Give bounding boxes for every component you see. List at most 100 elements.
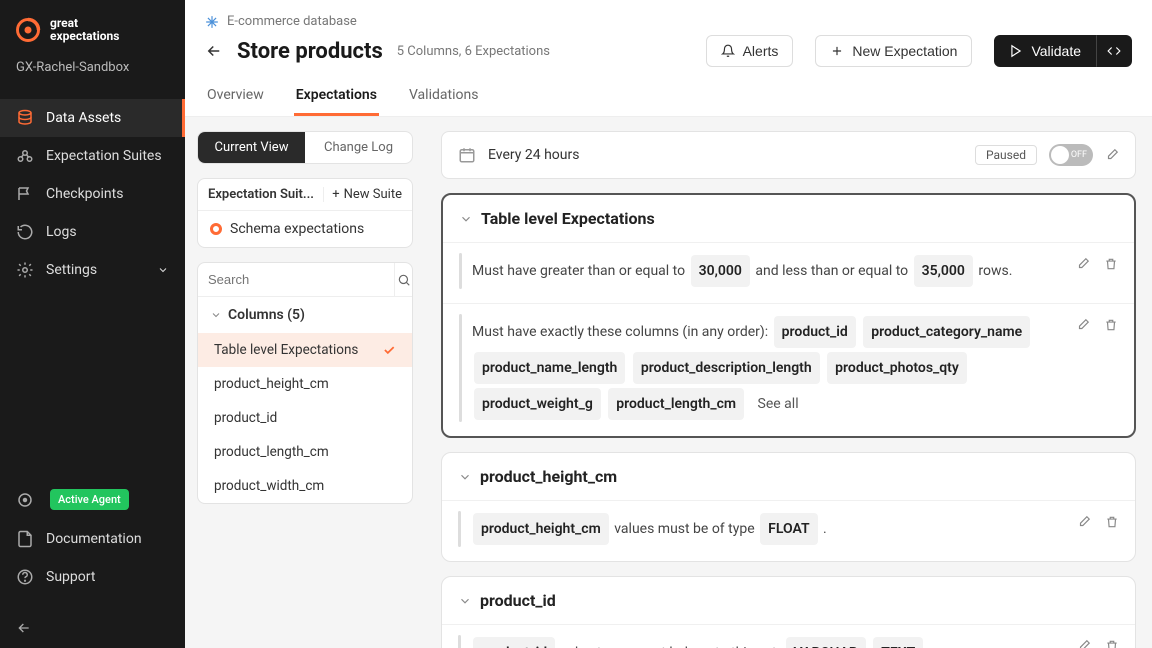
- new-expectation-button[interactable]: New Expectation: [815, 35, 972, 67]
- expectation-row: product_id value types must belong to th…: [442, 624, 1135, 648]
- suite-label: Schema expectations: [230, 221, 364, 237]
- text: .: [823, 521, 827, 537]
- status-bar: [459, 253, 462, 289]
- edit-icon[interactable]: [1077, 515, 1091, 529]
- left-panel: Current View Change Log Expectation Suit…: [185, 117, 425, 648]
- value-chip: 35,000: [914, 255, 973, 287]
- snowflake-icon: [205, 15, 219, 29]
- expectation-row: product_height_cm values must be of type…: [442, 500, 1135, 561]
- nav-settings[interactable]: Settings: [0, 251, 185, 289]
- nav-logs[interactable]: Logs: [0, 213, 185, 251]
- value-chip: product_height_cm: [473, 513, 609, 545]
- nav-label: Data Assets: [46, 110, 121, 126]
- validate-button[interactable]: Validate: [994, 35, 1096, 67]
- seg-current-view[interactable]: Current View: [198, 132, 305, 163]
- tabs: Overview Expectations Validations: [185, 77, 1152, 117]
- value-chip: 30,000: [691, 255, 750, 287]
- breadcrumb[interactable]: E-commerce database: [205, 14, 1132, 29]
- schedule-text: Every 24 hours: [488, 147, 579, 163]
- status-bar: [458, 511, 461, 547]
- column-label: product_width_cm: [214, 478, 324, 494]
- nav-label: Expectation Suites: [46, 148, 162, 164]
- search-button[interactable]: [394, 263, 412, 296]
- tab-overview[interactable]: Overview: [205, 77, 266, 116]
- sidebar: greatexpectations GX-Rachel-Sandbox Data…: [0, 0, 185, 648]
- nav: Data Assets Expectation Suites Checkpoin…: [0, 91, 185, 479]
- expectation-row: Must have exactly these columns (in any …: [443, 303, 1134, 436]
- trash-icon[interactable]: [1105, 515, 1119, 529]
- schedule-toggle[interactable]: OFF: [1049, 144, 1093, 166]
- suite-item[interactable]: Schema expectations: [198, 211, 412, 247]
- button-label: Validate: [1031, 43, 1081, 59]
- column-label: product_id: [214, 410, 277, 426]
- nav-checkpoints[interactable]: Checkpoints: [0, 175, 185, 213]
- seg-change-log[interactable]: Change Log: [305, 132, 412, 163]
- expectation-card-height: product_height_cm product_height_cm valu…: [441, 452, 1136, 562]
- tab-validations[interactable]: Validations: [407, 77, 480, 116]
- columns-header[interactable]: Columns (5): [198, 297, 412, 333]
- logo-icon: [14, 16, 42, 44]
- card-title: product_height_cm: [480, 467, 617, 486]
- search-icon: [397, 273, 411, 287]
- new-suite-button[interactable]: + New Suite: [323, 187, 402, 202]
- status-badge: Paused: [975, 145, 1037, 165]
- edit-icon[interactable]: [1077, 639, 1091, 648]
- edit-icon[interactable]: [1076, 318, 1090, 332]
- nav-expectation-suites[interactable]: Expectation Suites: [0, 137, 185, 175]
- status-bar: [459, 314, 462, 422]
- back-button[interactable]: [205, 42, 223, 60]
- tab-expectations[interactable]: Expectations: [294, 77, 379, 116]
- trash-icon[interactable]: [1104, 318, 1118, 332]
- value-chip: product_id: [473, 637, 555, 648]
- column-item[interactable]: product_height_cm: [198, 367, 412, 401]
- column-item-table-level[interactable]: Table level Expectations: [198, 333, 412, 367]
- column-label: product_length_cm: [214, 444, 329, 460]
- value-chip: product_description_length: [633, 352, 820, 384]
- edit-icon[interactable]: [1105, 148, 1119, 162]
- chevron-down-icon[interactable]: [459, 212, 473, 226]
- brand-line2: expectations: [50, 30, 119, 43]
- see-all-link[interactable]: See all: [758, 396, 799, 412]
- view-toggle: Current View Change Log: [197, 131, 413, 164]
- bell-icon: [721, 44, 735, 58]
- schedule-card: Every 24 hours Paused OFF: [441, 131, 1136, 179]
- arrow-left-icon: [16, 620, 32, 636]
- doc-icon: [16, 530, 34, 548]
- nav-documentation[interactable]: Documentation: [0, 520, 185, 558]
- column-item[interactable]: product_length_cm: [198, 435, 412, 469]
- value-chip: product_photos_qty: [827, 352, 967, 384]
- search-input[interactable]: [198, 263, 394, 296]
- trash-icon[interactable]: [1104, 257, 1118, 271]
- columns-box: Columns (5) Table level Expectations pro…: [197, 262, 413, 504]
- edit-icon[interactable]: [1076, 257, 1090, 271]
- code-icon: [1107, 44, 1121, 58]
- suites-icon: [16, 147, 34, 165]
- suite-box: Expectation Suit... + New Suite Schema e…: [197, 178, 413, 248]
- value-chip: product_length_cm: [608, 388, 744, 420]
- value-chip: product_weight_g: [474, 388, 601, 420]
- nav-label: Support: [46, 569, 95, 585]
- plus-icon: [830, 44, 844, 58]
- column-item[interactable]: product_width_cm: [198, 469, 412, 503]
- trash-icon[interactable]: [1105, 639, 1119, 648]
- nav-agent[interactable]: Active Agent: [0, 479, 185, 520]
- collapse-sidebar[interactable]: [0, 608, 185, 648]
- radio-selected-icon: [210, 223, 222, 235]
- code-button[interactable]: [1096, 35, 1132, 67]
- logo: greatexpectations: [0, 0, 185, 52]
- column-item[interactable]: product_id: [198, 401, 412, 435]
- help-icon: [16, 568, 34, 586]
- nav-support[interactable]: Support: [0, 558, 185, 596]
- chevron-down-icon: [210, 309, 222, 321]
- nav-data-assets[interactable]: Data Assets: [0, 99, 185, 137]
- agent-icon: [16, 491, 34, 509]
- value-chip: product_id: [774, 316, 856, 348]
- workspace-name: GX-Rachel-Sandbox: [0, 52, 185, 91]
- chevron-down-icon[interactable]: [458, 594, 472, 608]
- alerts-button[interactable]: Alerts: [706, 35, 794, 67]
- toggle-knob: [1051, 146, 1069, 164]
- status-bar: [458, 635, 461, 648]
- chevron-down-icon[interactable]: [458, 470, 472, 484]
- value-chip: TEXT: [873, 637, 923, 648]
- columns-header-label: Columns (5): [228, 307, 305, 323]
